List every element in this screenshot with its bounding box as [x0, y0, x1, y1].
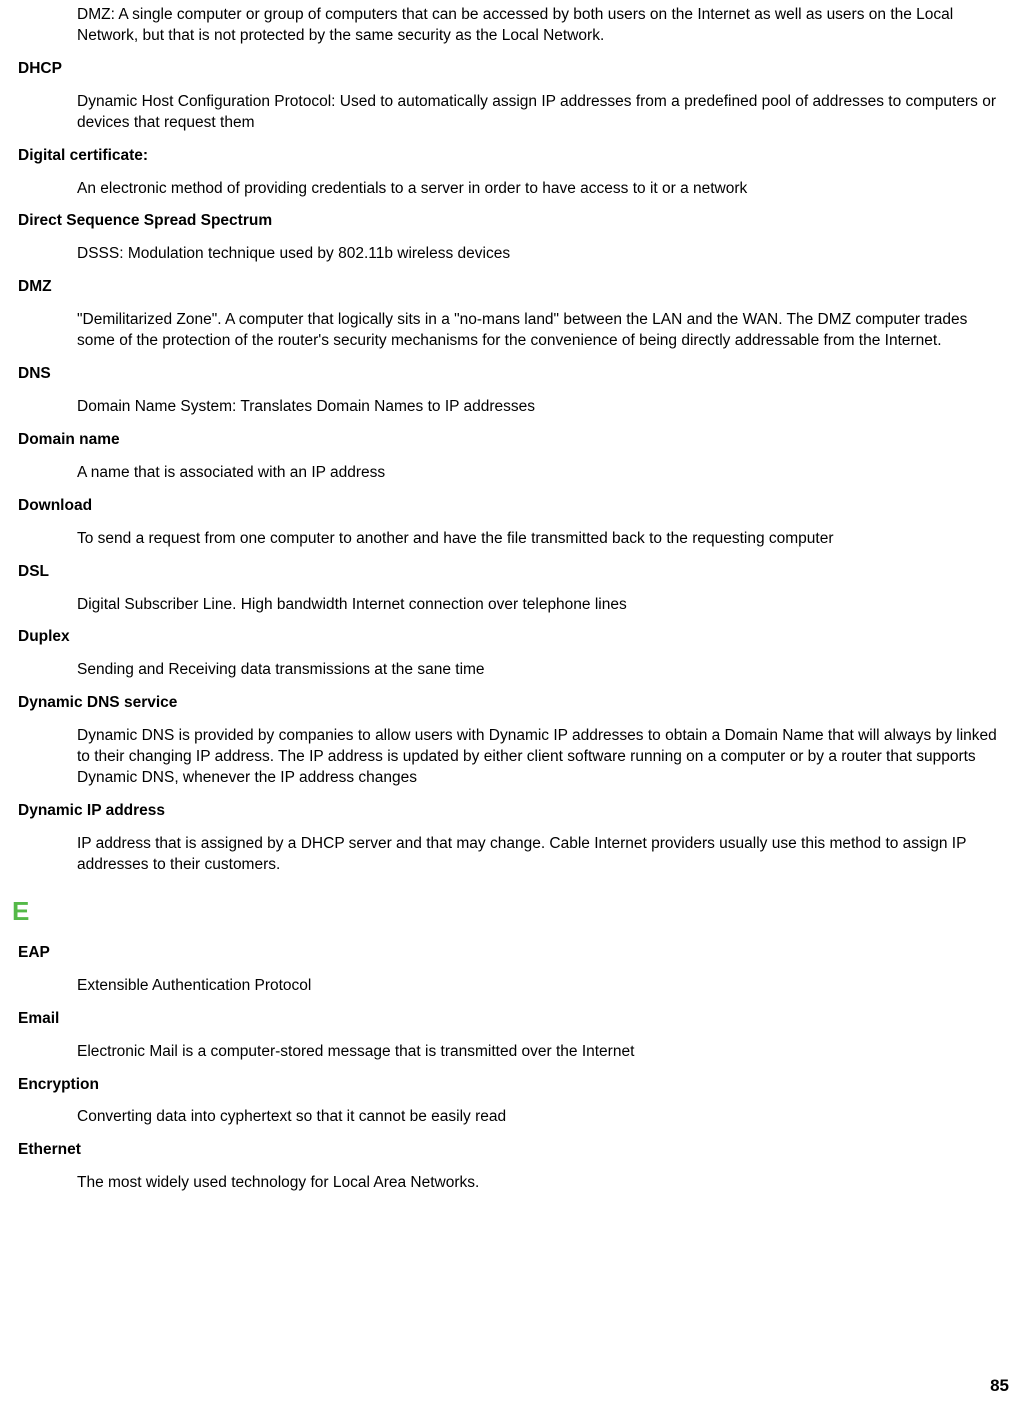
glossary-term: Digital certificate:: [18, 146, 1011, 167]
glossary-term: Domain name: [18, 430, 1011, 451]
glossary-term: Email: [18, 1009, 1011, 1030]
glossary-definition: Extensible Authentication Protocol: [77, 976, 1006, 997]
glossary-definition: Digital Subscriber Line. High bandwidth …: [77, 595, 1006, 616]
document-page: { "orphan_def": "DMZ: A single computer …: [0, 0, 1023, 1410]
glossary-definition: IP address that is assigned by a DHCP se…: [77, 834, 1006, 876]
glossary-definition: "Demilitarized Zone". A computer that lo…: [77, 310, 1006, 352]
glossary-term: Dynamic DNS service: [18, 693, 1011, 714]
glossary-term: DSL: [18, 562, 1011, 583]
glossary-term: DNS: [18, 364, 1011, 385]
section-letter-e: E: [12, 894, 1011, 929]
glossary-term: EAP: [18, 943, 1011, 964]
glossary-term: Encryption: [18, 1075, 1011, 1096]
glossary-term: Dynamic IP address: [18, 801, 1011, 822]
glossary-term: Ethernet: [18, 1140, 1011, 1161]
glossary-term: DHCP: [18, 59, 1011, 80]
glossary-term: Direct Sequence Spread Spectrum: [18, 211, 1011, 232]
glossary-definition: A name that is associated with an IP add…: [77, 463, 1006, 484]
glossary-term: Duplex: [18, 627, 1011, 648]
glossary-definition: Dynamic DNS is provided by companies to …: [77, 726, 1006, 789]
glossary-definition: To send a request from one computer to a…: [77, 529, 1006, 550]
glossary-definition: An electronic method of providing creden…: [77, 179, 1006, 200]
glossary-term: Download: [18, 496, 1011, 517]
orphan-definition: DMZ: A single computer or group of compu…: [77, 5, 1006, 47]
glossary-term: DMZ: [18, 277, 1011, 298]
glossary-definition: Sending and Receiving data transmissions…: [77, 660, 1006, 681]
glossary-definition: Domain Name System: Translates Domain Na…: [77, 397, 1006, 418]
glossary-definition: The most widely used technology for Loca…: [77, 1173, 1006, 1194]
glossary-definition: Electronic Mail is a computer-stored mes…: [77, 1042, 1006, 1063]
glossary-definition: Dynamic Host Configuration Protocol: Use…: [77, 92, 1006, 134]
glossary-definition: Converting data into cyphertext so that …: [77, 1107, 1006, 1128]
page-number: 85: [990, 1375, 1009, 1398]
glossary-definition: DSSS: Modulation technique used by 802.1…: [77, 244, 1006, 265]
